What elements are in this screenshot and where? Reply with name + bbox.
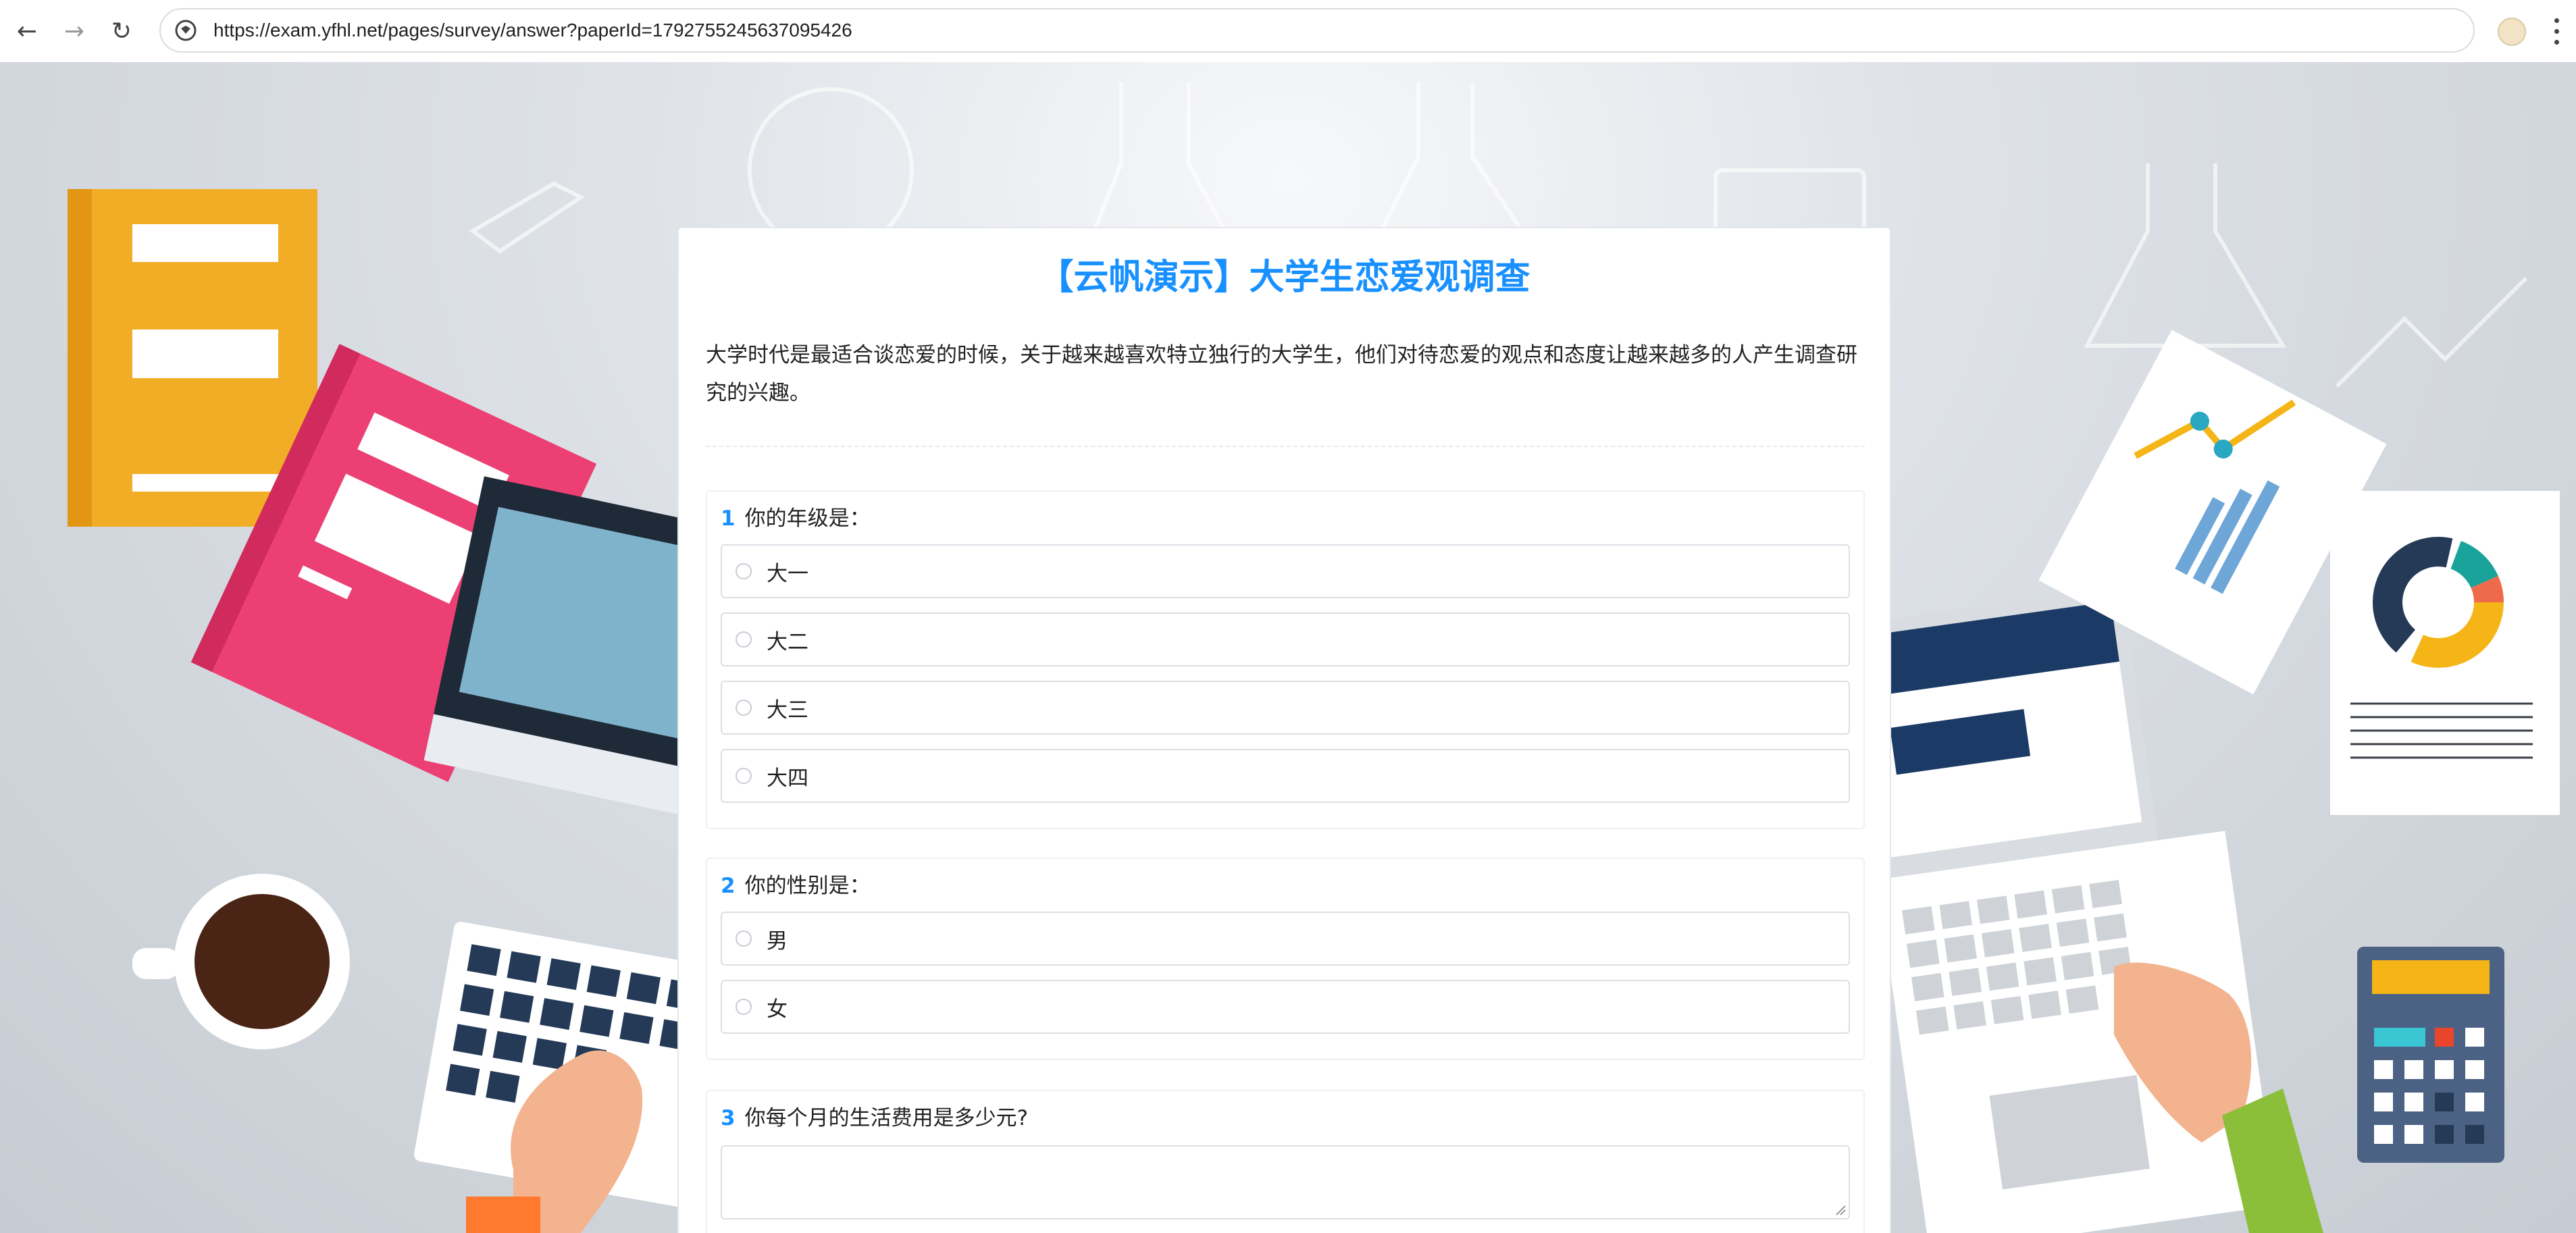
option-2[interactable]: 大二 <box>721 612 1850 666</box>
radio-icon[interactable] <box>736 768 752 784</box>
back-arrow-icon[interactable]: ← <box>9 14 45 49</box>
option-label: 大一 <box>767 561 808 586</box>
radio-icon[interactable] <box>736 631 752 648</box>
answer-textarea[interactable] <box>721 1145 1850 1219</box>
forward-arrow-icon[interactable]: → <box>57 14 92 49</box>
option-3[interactable]: 大三 <box>721 681 1850 735</box>
browser-toolbar: ← → ↻ https://exam.yfhl.net/pages/survey… <box>0 0 2576 63</box>
question-2-header: 2 你的性别是： <box>721 868 871 899</box>
question-3: 3 你每个月的生活费用是多少元? <box>706 1090 1865 1233</box>
question-text: 你每个月的生活费用是多少元? <box>744 1106 1029 1130</box>
radio-icon[interactable] <box>736 700 752 716</box>
option-label: 大四 <box>767 766 808 791</box>
question-text: 你的性别是： <box>744 874 871 898</box>
survey-title: 【云帆演示】大学生恋爱观调查 <box>1038 257 1530 298</box>
option-label: 女 <box>767 997 788 1022</box>
radio-icon[interactable] <box>736 930 752 947</box>
question-number: 1 <box>721 506 736 531</box>
question-2: 2 你的性别是： 男 女 <box>706 858 1865 1060</box>
address-bar[interactable]: https://exam.yfhl.net/pages/survey/answe… <box>159 8 2475 53</box>
option-label: 大二 <box>767 629 808 654</box>
radio-icon[interactable] <box>736 563 752 579</box>
question-number: 2 <box>721 874 736 898</box>
question-1-header: 1 你的年级是： <box>721 501 871 531</box>
option-label: 男 <box>767 928 788 953</box>
resize-grip-icon[interactable] <box>1835 1205 1846 1215</box>
question-3-header: 3 你每个月的生活费用是多少元? <box>721 1101 1028 1131</box>
reload-icon[interactable]: ↻ <box>104 14 139 49</box>
option-male[interactable]: 男 <box>721 912 1850 966</box>
menu-kebab-icon[interactable] <box>2550 15 2563 47</box>
site-info-icon[interactable] <box>174 19 197 42</box>
question-1: 1 你的年级是： 大一 大二 大三 大四 <box>706 490 1865 829</box>
option-1[interactable]: 大一 <box>721 544 1850 598</box>
url-text[interactable]: https://exam.yfhl.net/pages/survey/answe… <box>213 20 852 41</box>
divider <box>706 446 1865 447</box>
option-label: 大三 <box>767 698 808 723</box>
survey-description: 大学时代是最适合谈恋爱的时候，关于越来越喜欢特立独行的大学生，他们对待恋爱的观点… <box>706 343 1857 405</box>
question-text: 你的年级是： <box>744 506 871 531</box>
option-female[interactable]: 女 <box>721 980 1850 1034</box>
survey-card: 【云帆演示】大学生恋爱观调查 大学时代是最适合谈恋爱的时候，关于越来越喜欢特立独… <box>677 227 1891 1233</box>
profile-avatar-icon[interactable] <box>2498 18 2526 46</box>
question-number: 3 <box>721 1106 736 1130</box>
radio-icon[interactable] <box>736 999 752 1015</box>
option-4[interactable]: 大四 <box>721 749 1850 803</box>
